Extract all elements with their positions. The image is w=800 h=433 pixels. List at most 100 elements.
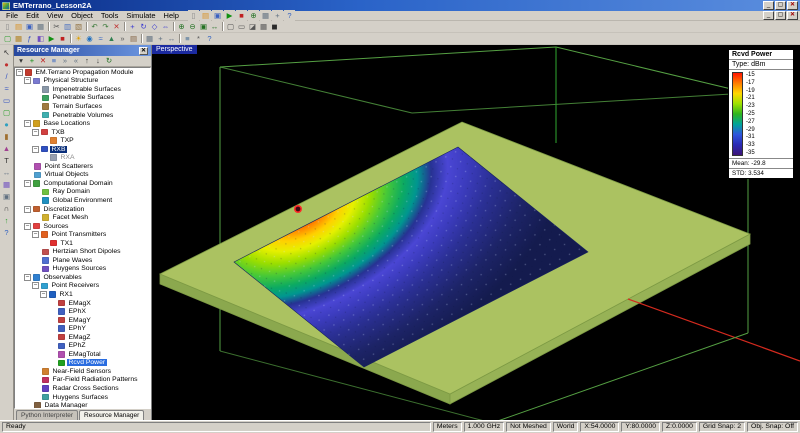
data-manager-button[interactable]: ▤	[128, 33, 139, 44]
copy-button[interactable]: ▥	[62, 21, 73, 32]
move-tool-button[interactable]: +	[127, 21, 138, 32]
plot-2d-button[interactable]: ≈	[95, 33, 106, 44]
run-simulation-button[interactable]: ▶	[224, 10, 235, 21]
rotate-tool-button[interactable]: ↻	[138, 21, 149, 32]
tree-expander-icon[interactable]: −	[24, 206, 31, 213]
menu-help[interactable]: Help	[160, 11, 183, 20]
tree-item-emagtotal[interactable]: EMagTotal	[15, 350, 150, 359]
tree-item-txp[interactable]: TXP	[15, 136, 150, 145]
new-node-button[interactable]: +	[27, 56, 37, 66]
tree-item-rxa[interactable]: RXA	[15, 153, 150, 162]
tree-item-base-locations[interactable]: −Base Locations	[15, 119, 150, 128]
menu-tools[interactable]: Tools	[97, 11, 123, 20]
frequency-settings-button[interactable]: ƒ	[24, 33, 35, 44]
tree-item-txb[interactable]: −TXB	[15, 128, 150, 137]
mdi-minimize-button[interactable]: _	[763, 11, 774, 20]
tree-expander-icon[interactable]: −	[24, 274, 31, 281]
tree-item-rx1[interactable]: −RX1	[15, 290, 150, 299]
tree-item-physical-structure[interactable]: −Physical Structure	[15, 77, 150, 86]
snap-toggle-button[interactable]: +	[272, 10, 283, 21]
tree-item-ephx[interactable]: EPhX	[15, 307, 150, 316]
menu-simulate[interactable]: Simulate	[122, 11, 159, 20]
tree-item-far-field-radiation-patterns[interactable]: Far-Field Radiation Patterns	[15, 376, 150, 385]
print-button[interactable]: ▦	[35, 21, 46, 32]
tree-item-point-transmitters[interactable]: −Point Transmitters	[15, 230, 150, 239]
save-button[interactable]: ▣	[24, 21, 35, 32]
tree-item-discretization[interactable]: −Discretization	[15, 205, 150, 214]
menu-view[interactable]: View	[43, 11, 67, 20]
extrude-tool-button[interactable]: ↑	[1, 215, 12, 226]
box-tool-button[interactable]: ▢	[1, 107, 12, 118]
tree-item-rxb[interactable]: −RXB	[15, 145, 150, 154]
array-tool-button[interactable]: ▦	[1, 179, 12, 190]
node-properties-button[interactable]: ≡	[49, 56, 59, 66]
expand-all-button[interactable]: »	[60, 56, 70, 66]
shaded-mode-button[interactable]: ◼	[269, 21, 280, 32]
open-file-button[interactable]: ▤	[13, 21, 24, 32]
select-tool-button[interactable]: ↖	[1, 47, 12, 58]
delete-node-button[interactable]: ✕	[38, 56, 48, 66]
tree-expander-icon[interactable]: −	[16, 69, 23, 76]
tree-item-computational-domain[interactable]: −Computational Domain	[15, 179, 150, 188]
tree-item-impenetrable-surfaces[interactable]: Impenetrable Surfaces	[15, 85, 150, 94]
tree-item-tx1[interactable]: TX1	[15, 239, 150, 248]
mirror-tool-button[interactable]: ⇔	[160, 21, 171, 32]
menu-edit[interactable]: Edit	[22, 11, 43, 20]
tree-item-observables[interactable]: −Observables	[15, 273, 150, 282]
tab-python-interpreter[interactable]: Python Interpreter	[16, 410, 78, 420]
animate-button[interactable]: »	[117, 33, 128, 44]
tree-expander-icon[interactable]: −	[32, 282, 39, 289]
point-tool-button[interactable]: ●	[1, 59, 12, 70]
snap-toggle-button[interactable]: +	[155, 33, 166, 44]
tree-item-emagz[interactable]: EMagZ	[15, 333, 150, 342]
tree-expander-icon[interactable]: −	[24, 120, 31, 127]
tree-expander-icon[interactable]: −	[24, 223, 31, 230]
cut-button[interactable]: ✂	[51, 21, 62, 32]
cylinder-tool-button[interactable]: ▮	[1, 131, 12, 142]
group-tool-button[interactable]: ▣	[1, 191, 12, 202]
materials-button[interactable]: ◧	[35, 33, 46, 44]
plot-3d-button[interactable]: ▲	[106, 33, 117, 44]
redo-button[interactable]: ↷	[100, 21, 111, 32]
collapse-all-button[interactable]: «	[71, 56, 81, 66]
measure-tool-button[interactable]: ↔	[1, 167, 12, 178]
tree-item-em-terrano-propagation-module[interactable]: −EM.Terrano Propagation Module	[15, 68, 150, 77]
tree-item-near-field-sensors[interactable]: Near-Field Sensors	[15, 367, 150, 376]
help-button[interactable]: ?	[204, 33, 215, 44]
module-dropdown-button[interactable]: ▾	[16, 56, 26, 66]
help-button[interactable]: ?	[284, 10, 295, 21]
tree-item-ephz[interactable]: EPhZ	[15, 342, 150, 351]
tree-expander-icon[interactable]: −	[32, 231, 39, 238]
mdi-close-button[interactable]: ✕	[787, 11, 798, 20]
tree-item-rcvd-power[interactable]: Rcvd Power	[15, 359, 150, 368]
grid-toggle-button[interactable]: ▦	[144, 33, 155, 44]
tree-expander-icon[interactable]: −	[32, 146, 39, 153]
boolean-tool-button[interactable]: ∩	[1, 203, 12, 214]
view-front-button[interactable]: ▭	[236, 21, 247, 32]
text-tool-button[interactable]: T	[1, 155, 12, 166]
tree-item-huygens-surfaces[interactable]: Huygens Surfaces	[15, 393, 150, 402]
delete-button[interactable]: ✕	[111, 21, 122, 32]
tree-item-sources[interactable]: −Sources	[15, 222, 150, 231]
python-console-button[interactable]: ≡	[182, 33, 193, 44]
tree-item-emagy[interactable]: EMagY	[15, 316, 150, 325]
tree-item-virtual-objects[interactable]: Virtual Objects	[15, 171, 150, 180]
tree-item-penetrable-volumes[interactable]: Penetrable Volumes	[15, 111, 150, 120]
sphere-tool-button[interactable]: ●	[1, 119, 12, 130]
scene-3d[interactable]	[152, 45, 800, 420]
cone-tool-button[interactable]: ▲	[1, 143, 12, 154]
move-up-button[interactable]: ↑	[82, 56, 92, 66]
wireframe-mode-button[interactable]: ▦	[258, 21, 269, 32]
polyline-tool-button[interactable]: ≈	[1, 83, 12, 94]
menu-object[interactable]: Object	[67, 11, 97, 20]
zoom-extents-button[interactable]: ▣	[198, 21, 209, 32]
viewport-3d[interactable]: Perspective Rcvd Power Type: dBm -15-17-…	[152, 45, 800, 420]
scale-tool-button[interactable]: ◇	[149, 21, 160, 32]
tree-expander-icon[interactable]: −	[24, 77, 31, 84]
domain-settings-button[interactable]: ▢	[2, 33, 13, 44]
measure-tool-button[interactable]: ↔	[166, 33, 177, 44]
tree-item-hertzian-short-dipoles[interactable]: Hertzian Short Dipoles	[15, 247, 150, 256]
save-project-button[interactable]: ▣	[212, 10, 223, 21]
transmitter-marker[interactable]	[295, 206, 301, 212]
minimize-button[interactable]: _	[763, 1, 774, 10]
